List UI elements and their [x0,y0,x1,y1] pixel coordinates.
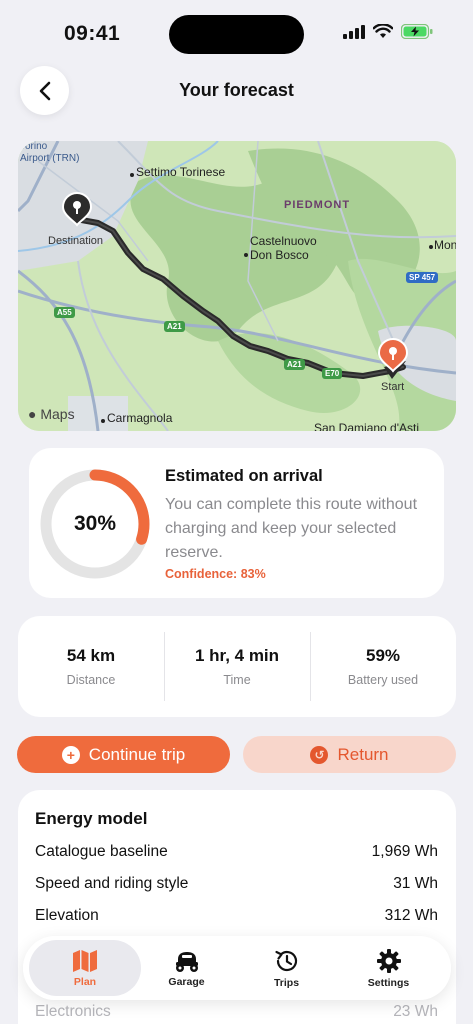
map-label-carmagnola: Carmagnola [107,411,173,425]
status-icons [343,24,433,39]
tab-garage[interactable]: Garage [133,936,240,1000]
return-button[interactable]: ↺ Return [243,736,456,773]
tab-bar: Plan Garage Trips Settings [23,936,451,1000]
road-shield-a21: A21 [164,321,185,332]
energy-row-elevation: Elevation 312 Wh [35,907,438,925]
energy-row-label: Electronics [35,1003,111,1020]
map-label-san-damiano: San Damiano d'Asti [314,421,420,431]
page-title: Your forecast [179,80,294,100]
cellular-signal-icon [343,24,365,39]
map-label-settimo: Settimo Torinese [136,165,226,179]
tab-settings[interactable]: Settings [335,936,442,1000]
stat-distance: 54 km Distance [18,616,164,717]
stat-label: Distance [66,673,116,687]
energy-row-electronics: Electronics 23 Wh [35,1003,438,1021]
plus-circle-icon: + [61,745,80,764]
gear-icon [376,948,401,973]
energy-row-speed: Speed and riding style 31 Wh [35,875,438,893]
map-icon [73,949,97,972]
battery-charging-icon [401,24,433,39]
apple-logo-icon: ● [28,406,37,422]
stat-battery-used: 59% Battery used [310,616,456,717]
energy-row-label: Speed and riding style [35,875,189,892]
tab-label: Plan [73,975,97,988]
dynamic-island [169,15,304,54]
tab-label: Trips [273,976,300,989]
continue-trip-button[interactable]: + Continue trip [17,736,230,773]
status-bar: 09:41 [0,0,473,60]
history-icon [274,950,297,971]
confidence-text: Confidence: 83% [165,567,266,581]
tab-trips[interactable]: Trips [233,936,340,1000]
continue-trip-label: Continue trip [88,744,186,764]
energy-row-value: 23 Wh [393,1003,438,1020]
status-time: 09:41 [64,22,121,45]
return-label: Return [337,744,389,764]
wifi-icon [373,24,393,38]
map-label-start: Start [381,381,405,393]
map-label-airport: Torino Airport (TRN) [20,141,80,164]
energy-title: Energy model [35,809,148,828]
scooter-icon [175,951,198,972]
map-label-piedmont: PIEDMONT [284,199,351,211]
map-label-destination: Destination [48,235,104,247]
road-shield-a55: A55 [54,307,75,318]
arrival-estimate-card: 30% Estimated on arrival You can complet… [29,448,444,598]
energy-row-catalogue: Catalogue baseline 1,969 Wh [35,843,438,861]
road-shield-sp457: SP 457 [406,272,439,283]
tab-plan[interactable]: Plan [29,940,141,996]
energy-row-value: 312 Wh [384,907,438,924]
tab-label: Settings [367,976,410,989]
energy-row-label: Elevation [35,907,99,924]
stat-label: Battery used [347,673,419,687]
maps-logo-text: Maps [40,406,75,422]
apple-maps-logo: ● Maps [28,406,75,422]
arrival-percent: 30% [73,512,117,535]
map-label-mon: Mon [434,238,456,252]
road-shield-e70: E70 [322,368,343,379]
tab-label: Garage [168,975,205,988]
stat-label: Time [223,673,251,687]
stat-value: 59% [365,646,401,665]
stat-value: 1 hr, 4 min [194,646,280,665]
return-arrow-icon: ↺ [310,745,329,764]
stat-time: 1 hr, 4 min Time [164,616,310,717]
road-shield-a21-east: A21 [284,359,305,370]
energy-row-value: 1,969 Wh [371,843,438,860]
trip-stats-card: 54 km Distance 1 hr, 4 min Time 59% Batt… [18,616,456,717]
stat-value: 54 km [66,646,116,665]
arrival-description: You can complete this route without char… [165,496,418,561]
arrival-title: Estimated on arrival [165,467,323,485]
energy-row-label: Catalogue baseline [35,843,168,860]
route-map[interactable]: Torino Airport (TRN) Settimo Torinese PI… [18,141,456,431]
energy-row-value: 31 Wh [393,875,438,892]
battery-ring: 30% [39,468,151,580]
map-label-castelnuovo: Castelnuovo Don Bosco [250,234,317,262]
